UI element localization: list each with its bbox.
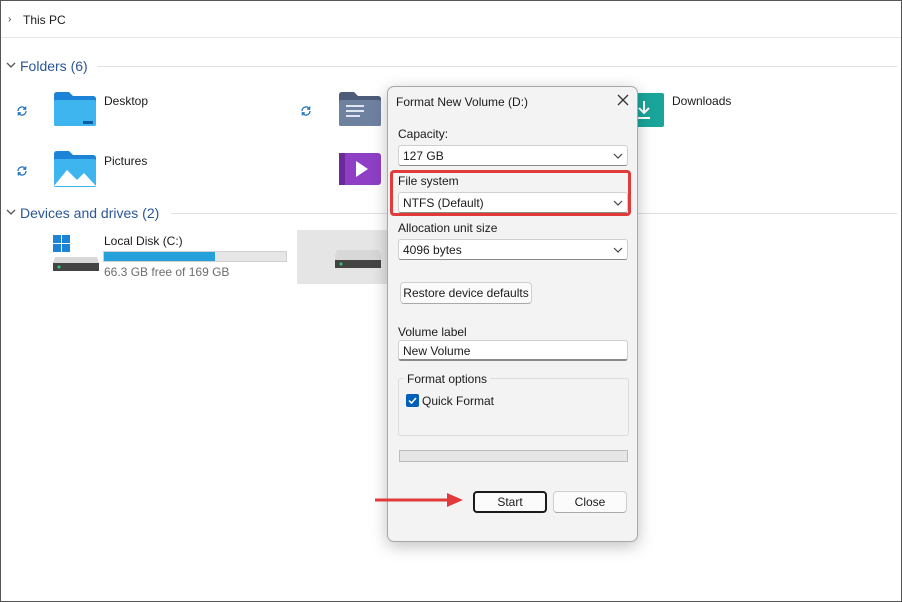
capacity-value: 127 GB bbox=[403, 149, 444, 163]
local-disk-icon[interactable] bbox=[53, 233, 99, 273]
start-button[interactable]: Start bbox=[473, 491, 547, 513]
divider bbox=[97, 66, 897, 67]
drive-usage-fill bbox=[104, 252, 216, 261]
drive-d-tile[interactable] bbox=[297, 230, 389, 284]
drive-free-text: 66.3 GB free of 169 GB bbox=[104, 265, 230, 279]
dialog-title: Format New Volume (D:) bbox=[396, 95, 529, 109]
address-bar[interactable]: › This PC bbox=[2, 2, 901, 38]
sync-icon bbox=[17, 106, 27, 116]
format-progress-bar bbox=[399, 450, 628, 462]
close-button[interactable]: Close bbox=[553, 491, 627, 513]
sync-icon bbox=[301, 106, 311, 116]
removable-drive-icon bbox=[335, 250, 381, 268]
format-dialog: Format New Volume (D:) Capacity: 127 GB … bbox=[387, 86, 638, 542]
chevron-down-icon[interactable] bbox=[6, 207, 16, 217]
documents-folder-icon[interactable] bbox=[338, 91, 382, 127]
chevron-right-icon[interactable]: › bbox=[8, 14, 11, 25]
desktop-folder-icon[interactable] bbox=[53, 91, 97, 127]
volume-label-label: Volume label bbox=[398, 325, 467, 339]
sync-icon bbox=[17, 166, 27, 176]
restore-defaults-button[interactable]: Restore device defaults bbox=[400, 282, 532, 304]
highlight-box bbox=[390, 170, 631, 216]
chevron-down-icon bbox=[613, 247, 623, 253]
drive-usage-bar bbox=[103, 251, 287, 262]
allocation-value: 4096 bytes bbox=[403, 243, 462, 257]
allocation-label: Allocation unit size bbox=[398, 221, 498, 235]
capacity-select[interactable]: 127 GB bbox=[398, 145, 628, 166]
chevron-down-icon bbox=[613, 153, 623, 159]
close-icon[interactable] bbox=[616, 93, 630, 107]
drive-label[interactable]: Local Disk (C:) bbox=[104, 234, 183, 248]
allocation-select[interactable]: 4096 bytes bbox=[398, 239, 628, 260]
group-folders-label: Folders (6) bbox=[20, 58, 88, 74]
address-path[interactable]: This PC bbox=[23, 13, 66, 27]
videos-folder-icon[interactable] bbox=[338, 152, 382, 186]
capacity-label: Capacity: bbox=[398, 127, 449, 141]
quick-format-label[interactable]: Quick Format bbox=[422, 394, 494, 408]
group-folders[interactable]: Folders (6) bbox=[1, 56, 901, 78]
format-options-legend: Format options bbox=[404, 372, 491, 386]
downloads-folder-icon[interactable] bbox=[634, 93, 664, 127]
quick-format-checkbox[interactable] bbox=[406, 394, 419, 407]
chevron-down-icon[interactable] bbox=[6, 60, 16, 70]
group-devices-label: Devices and drives (2) bbox=[20, 205, 160, 221]
checkmark-icon bbox=[408, 397, 417, 405]
pictures-folder-icon[interactable] bbox=[53, 150, 97, 188]
folder-item-label[interactable]: Pictures bbox=[104, 154, 147, 168]
volume-label-value: New Volume bbox=[403, 344, 471, 358]
folder-item-label[interactable]: Downloads bbox=[672, 94, 731, 108]
arrow-right-icon bbox=[375, 493, 463, 507]
folder-item-label[interactable]: Desktop bbox=[104, 94, 148, 108]
volume-label-input[interactable]: New Volume bbox=[398, 340, 628, 361]
